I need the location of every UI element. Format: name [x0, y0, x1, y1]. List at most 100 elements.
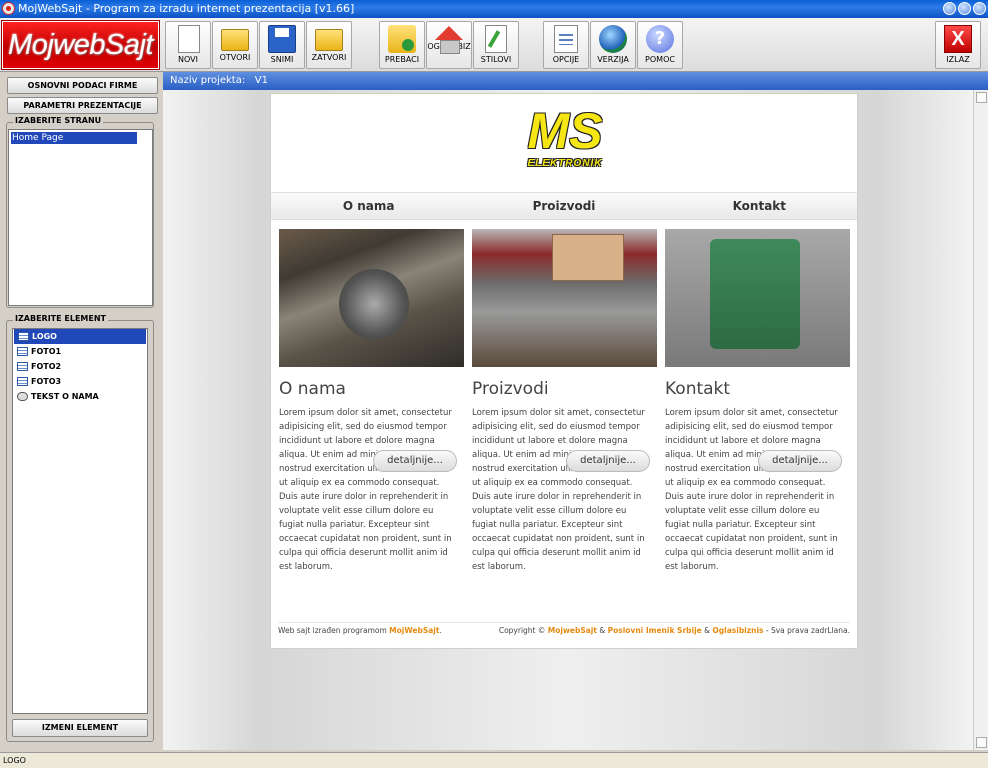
site-nav-products[interactable]: Proizvodi — [466, 193, 661, 219]
footer-link-directory[interactable]: Poslovni Imenik Srbije — [608, 626, 702, 635]
project-label: Naziv projekta: — [170, 75, 246, 86]
save-button[interactable]: SNIMI — [259, 21, 305, 69]
save-disk-icon — [268, 25, 296, 53]
house-icon — [435, 26, 463, 54]
open-button-label: OTVORI — [219, 53, 251, 62]
footer-rights: - Sva prava zadrLlana. — [765, 626, 850, 635]
close-button-label: ZATVORI — [311, 53, 347, 62]
element-text-icon — [17, 392, 28, 401]
footer-link-oglasibiznis[interactable]: Oglasibiznis — [712, 626, 763, 635]
column-title: O nama — [279, 379, 346, 399]
status-bar: LOGO — [0, 752, 988, 768]
footer-amp: & — [704, 626, 711, 635]
site-nav-contact[interactable]: Kontakt — [662, 193, 857, 219]
element-image-icon — [17, 347, 28, 356]
close-folder-icon — [315, 29, 343, 51]
footer-left-text: Web sajt izrađen programom — [278, 626, 387, 635]
left-panel: OSNOVNI PODACI FIRME PARAMETRI PREZENTAC… — [0, 72, 161, 752]
elements-list[interactable]: LOGO FOTO1 FOTO2 FOTO3 TEKST O NAMA — [12, 328, 148, 714]
exit-button[interactable]: X IZLAZ — [935, 21, 981, 69]
options-button[interactable]: OPCIJE — [543, 21, 589, 69]
help-button-label: POMOC — [645, 55, 675, 64]
footer-copyright: Copyright © — [498, 626, 546, 635]
styles-button[interactable]: STILOVI — [473, 21, 519, 69]
new-page-icon — [178, 25, 200, 53]
minimize-icon[interactable] — [943, 2, 956, 15]
pages-list[interactable]: Home Page — [8, 129, 153, 306]
element-label: FOTO3 — [31, 377, 62, 386]
element-item-foto2[interactable]: FOTO2 — [13, 359, 147, 374]
app-logo: MojwebSajt — [2, 21, 159, 69]
save-button-label: SNIMI — [270, 55, 294, 64]
site-logo[interactable]: MS ELEKTRONIK — [517, 104, 613, 178]
column-text: Lorem ipsum dolor sit amet, consectetur … — [472, 408, 645, 572]
element-item-text-about[interactable]: TEKST O NAMA — [13, 389, 147, 404]
footer-right: Copyright © MojwebSajt & Poslovni Imenik… — [499, 623, 850, 639]
version-button[interactable]: VERZIJA — [590, 21, 636, 69]
column-text: Lorem ipsum dolor sit amet, consectetur … — [665, 408, 838, 572]
close-button[interactable]: ZATVORI — [306, 21, 352, 69]
window-titlebar: MojWebSajt - Program za izradu internet … — [0, 0, 988, 18]
column-title: Kontakt — [665, 379, 731, 399]
pages-group: IZABERITE STRANU Home Page — [6, 116, 154, 308]
window-title: MojWebSajt - Program za izradu internet … — [18, 2, 355, 15]
details-button-products[interactable]: detaljnije... — [566, 450, 650, 472]
column-text: Lorem ipsum dolor sit amet, consectetur … — [279, 408, 452, 572]
footer-link-mojwebsajt[interactable]: MojWebSajt — [389, 626, 439, 635]
toolbar: MojwebSajt NOVI OTVORI SNIMI ZATVORI PRE… — [0, 18, 988, 72]
new-button[interactable]: NOVI — [165, 21, 211, 69]
project-name: V1 — [254, 75, 268, 86]
element-label: FOTO1 — [31, 347, 62, 356]
site-nav-about[interactable]: O nama — [271, 193, 466, 219]
photo-lathe[interactable] — [279, 229, 464, 367]
window-controls — [943, 2, 986, 15]
open-button[interactable]: OTVORI — [212, 21, 258, 69]
element-label: FOTO2 — [31, 362, 62, 371]
help-icon: ? — [646, 25, 674, 53]
help-button[interactable]: ? POMOC — [637, 21, 683, 69]
column-title: Proizvodi — [472, 379, 549, 399]
company-data-button[interactable]: OSNOVNI PODACI FIRME — [7, 77, 158, 94]
maximize-icon[interactable] — [958, 2, 971, 15]
presentation-params-button[interactable]: PARAMETRI PREZENTACIJE — [7, 97, 158, 114]
element-label: TEKST O NAMA — [31, 392, 99, 401]
site-footer: Web sajt izrađen programom MojWebSajt. C… — [278, 622, 850, 640]
element-image-icon — [18, 332, 29, 341]
globe-icon — [599, 25, 627, 53]
site-logo-text: MS — [527, 103, 603, 159]
site-column-products: Proizvodi Lorem ipsum dolor sit amet, co… — [472, 229, 658, 574]
element-image-icon — [17, 362, 28, 371]
page-item-home[interactable]: Home Page — [11, 132, 137, 144]
close-window-icon[interactable] — [973, 2, 986, 15]
element-item-foto3[interactable]: FOTO3 — [13, 374, 147, 389]
details-button-about[interactable]: detaljnije... — [373, 450, 457, 472]
footer-link-brand[interactable]: MojwebSajt — [548, 626, 597, 635]
elements-group-title: IZABERITE ELEMENT — [13, 314, 108, 323]
exit-x-icon: X — [944, 25, 972, 53]
open-folder-icon — [221, 29, 249, 51]
transfer-icon — [388, 25, 416, 53]
transfer-button-label: PREBACI — [384, 55, 420, 64]
pages-group-title: IZABERITE STRANU — [13, 116, 104, 125]
scroll-up-icon[interactable] — [976, 92, 987, 103]
element-item-logo[interactable]: LOGO — [14, 329, 146, 344]
site-column-about: O nama Lorem ipsum dolor sit amet, conse… — [279, 229, 465, 574]
site-nav: O nama Proizvodi Kontakt — [271, 192, 857, 220]
vertical-scrollbar[interactable] — [973, 90, 988, 750]
project-bar: Naziv projekta: V1 — [163, 72, 988, 90]
options-button-label: OPCIJE — [552, 55, 580, 64]
status-text: LOGO — [3, 756, 26, 765]
exit-button-label: IZLAZ — [946, 55, 970, 64]
scroll-down-icon[interactable] — [976, 737, 987, 748]
details-button-contact[interactable]: detaljnije... — [758, 450, 842, 472]
element-label: LOGO — [32, 332, 57, 341]
transfer-button[interactable]: PREBACI — [379, 21, 425, 69]
elements-group: IZABERITE ELEMENT LOGO FOTO1 FOTO2 FOTO3… — [6, 314, 154, 742]
options-icon — [554, 25, 578, 53]
photo-parts[interactable] — [472, 229, 657, 367]
edit-element-button[interactable]: IZMENI ELEMENT — [12, 719, 148, 737]
website-preview: MS ELEKTRONIK O nama Proizvodi Kontakt O… — [270, 93, 858, 649]
element-item-foto1[interactable]: FOTO1 — [13, 344, 147, 359]
oglasibiz-button[interactable]: OGLASIBIZ — [426, 21, 472, 69]
photo-milling-machine[interactable] — [665, 229, 850, 367]
